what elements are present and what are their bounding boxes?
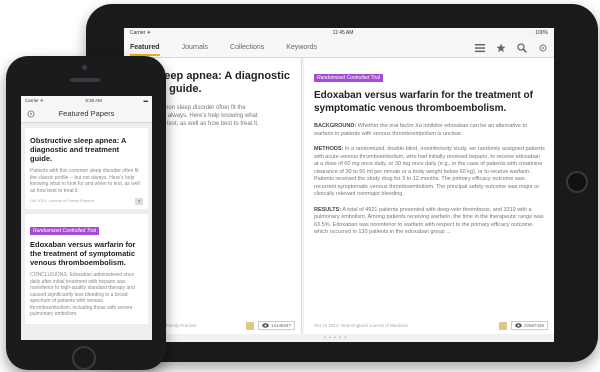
ipad-nav-bar: Featured Journals Collections Keywords [124,38,554,58]
paper-card-sleep-apnea[interactable]: Obstructive sleep apnea: A diagnostic an… [25,128,148,209]
carrier-label: Carrier ✈ [25,97,44,103]
abstract-results: RESULTS: A total of 4921 patients presen… [314,207,546,237]
tab-featured[interactable]: Featured [130,44,160,56]
citation-count-badge[interactable]: 7 [135,198,143,205]
eye-icon [515,323,522,328]
clock: 9:30 AM [85,98,102,103]
paper-title: Obstructive sleep apnea: A diagnostic an… [30,136,127,163]
article-type-tag: Randomized Controlled Trial [30,227,99,235]
abstract-background: BACKGROUND: Whether the oral factor Xa i… [314,123,546,138]
page-title: Featured Papers [58,109,115,118]
tab-collections[interactable]: Collections [230,44,264,51]
tab-journals[interactable]: Journals [182,44,208,51]
views-count: 14145047 [270,323,291,328]
paper-title: Edoxaban versus warfarin for the treatme… [30,240,136,267]
pdf-icon[interactable] [245,321,254,330]
page-indicator[interactable]: • • • • • [324,335,347,341]
ipad-screen: Carrier ✈ 11:45 AM 100% Featured Journal… [124,28,554,342]
clock: 11:45 AM [332,30,354,36]
iphone-device: Carrier ✈ 9:30 AM ▬ Featured Papers Obst… [6,56,166,370]
ipad-status-bar: Carrier ✈ 11:45 AM 100% [124,28,554,38]
star-icon[interactable] [496,43,506,53]
list-icon[interactable] [475,43,485,53]
ipad-content: ructive sleep apnea: A diagnostic treatm… [124,58,554,342]
paper-source: Oct 10 2013: New England Journal of Medi… [314,323,409,328]
article-type-tag: Randomized Controlled Trial [314,74,383,82]
iphone-screen: Carrier ✈ 9:30 AM ▬ Featured Papers Obst… [21,96,152,340]
paper-card-edoxaban[interactable]: Randomized Controlled Trial Edoxaban ver… [25,214,148,324]
paper-summary: CONCLUSIONS: Edoxaban administered once … [30,272,135,317]
battery-label: 100% [535,30,548,36]
search-icon[interactable] [517,42,527,53]
views-pill[interactable]: 14145047 [257,321,295,330]
settings-icon[interactable] [538,43,548,53]
paper-card-edoxaban[interactable]: Randomized Controlled Trial Edoxaban ver… [304,58,554,334]
section-text: A total of 4921 patients presented with … [314,206,544,236]
paper-footer: Oct 10 2013: New England Journal of Medi… [314,321,548,330]
section-label: BACKGROUND: [314,123,357,129]
section-text: In a randomized, double-blind, noninferi… [314,146,545,197]
paper-summary: Patients with this common sleep disorder… [30,168,140,194]
ipad-home-button[interactable] [566,171,588,193]
speaker-grille [70,78,100,82]
section-label: METHODS: [314,146,344,152]
carrier-label: Carrier ✈ [130,30,151,36]
iphone-status-bar: Carrier ✈ 9:30 AM ▬ [21,96,152,105]
paper-title: Edoxaban versus warfarin for the treatme… [314,90,533,114]
settings-icon[interactable] [26,109,36,119]
abstract-methods: METHODS: In a randomized, double-blind, … [314,146,546,199]
pdf-icon[interactable] [498,321,507,330]
views-count: 22687436 [523,323,544,328]
camera-icon [82,65,87,70]
views-pill[interactable]: 22687436 [510,321,548,330]
iphone-home-button[interactable] [72,346,96,370]
section-label: RESULTS: [314,206,342,213]
nav-icon-group [475,42,548,53]
paper-source: Oct 2013: Journal of Family Practice [30,198,95,203]
tab-keywords[interactable]: Keywords [286,44,317,51]
iphone-nav-bar: Featured Papers [21,105,152,123]
eye-icon [262,323,269,328]
battery-icon: ▬ [143,98,148,103]
